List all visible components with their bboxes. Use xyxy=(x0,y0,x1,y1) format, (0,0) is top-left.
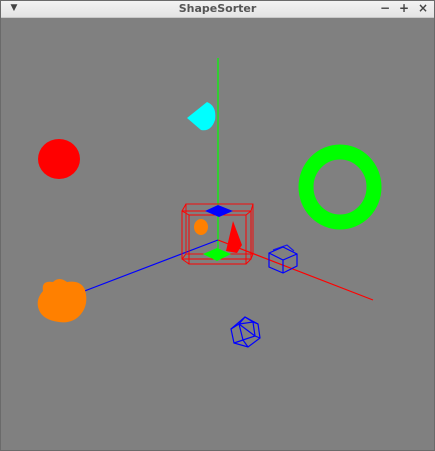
minimize-icon[interactable]: − xyxy=(378,1,392,15)
red-sphere[interactable] xyxy=(38,139,80,179)
maximize-icon[interactable]: + xyxy=(397,1,411,15)
cyan-cone[interactable] xyxy=(187,102,216,131)
scene-canvas[interactable] xyxy=(1,18,434,450)
close-icon[interactable]: × xyxy=(416,1,430,15)
green-torus[interactable] xyxy=(298,144,382,230)
window-title: ShapeSorter xyxy=(178,2,257,15)
red-cone[interactable] xyxy=(226,221,242,253)
blue-wireframe-icosahedron[interactable] xyxy=(230,316,261,348)
x-axis-line xyxy=(217,239,374,301)
orange-blob[interactable] xyxy=(37,279,87,323)
orange-small-shape xyxy=(194,219,208,235)
3d-viewport[interactable] xyxy=(1,18,434,450)
title-bar[interactable]: ▼ ShapeSorter − + × xyxy=(0,0,435,18)
app-window: ▼ ShapeSorter − + × xyxy=(0,0,435,451)
